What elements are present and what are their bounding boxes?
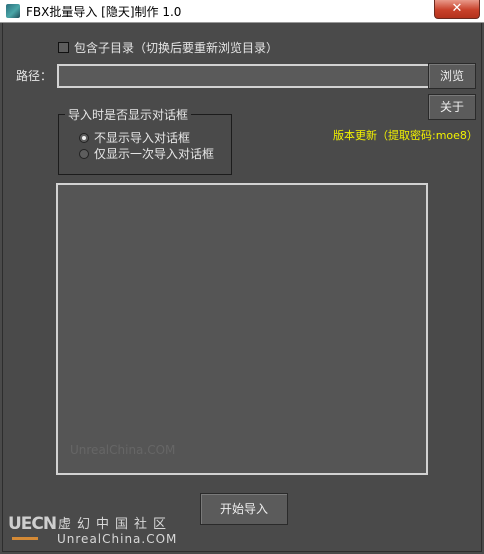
window-title: FBX批量导入 [隐天]制作 1.0 — [26, 5, 182, 19]
close-button[interactable]: ✕ — [434, 0, 480, 19]
brand-chinese: 虚幻中国社区 — [58, 517, 173, 532]
uecn-logo-underline — [12, 537, 38, 540]
file-listbox[interactable]: UnrealChina.COM — [56, 183, 428, 475]
title-bar: FBX批量导入 [隐天]制作 1.0 ✕ — [0, 0, 484, 23]
path-input[interactable] — [57, 64, 433, 88]
radio-show-once[interactable] — [79, 149, 89, 159]
include-subdirs-checkbox[interactable] — [58, 42, 69, 53]
radio-option-no-dialog[interactable]: 不显示导入对话框 — [79, 129, 190, 146]
brand-english: UnrealChina.COM — [57, 532, 178, 546]
update-link[interactable]: 版本更新（提取密码:moe8） — [333, 127, 478, 143]
radio-option-show-once[interactable]: 仅显示一次导入对话框 — [79, 145, 214, 162]
start-import-button[interactable]: 开始导入 — [200, 493, 288, 525]
about-button[interactable]: 关于 — [428, 94, 476, 120]
path-label: 路径： — [16, 69, 53, 83]
dialog-group-title: 导入时是否显示对话框 — [65, 106, 192, 123]
list-watermark: UnrealChina.COM — [70, 443, 176, 457]
browse-button[interactable]: 浏览 — [428, 63, 476, 89]
uecn-logo: UECN — [8, 514, 57, 534]
close-icon: ✕ — [451, 1, 463, 16]
radio-no-dialog-label: 不显示导入对话框 — [94, 131, 191, 145]
dialog-option-group: 导入时是否显示对话框 不显示导入对话框 仅显示一次导入对话框 — [58, 106, 232, 175]
radio-show-once-label: 仅显示一次导入对话框 — [94, 147, 215, 161]
radio-no-dialog[interactable] — [79, 133, 89, 143]
include-subdirs-option[interactable]: 包含子目录（切换后要重新浏览目录） — [58, 39, 278, 56]
include-subdirs-label: 包含子目录（切换后要重新浏览目录） — [74, 41, 279, 55]
app-icon — [6, 4, 20, 18]
